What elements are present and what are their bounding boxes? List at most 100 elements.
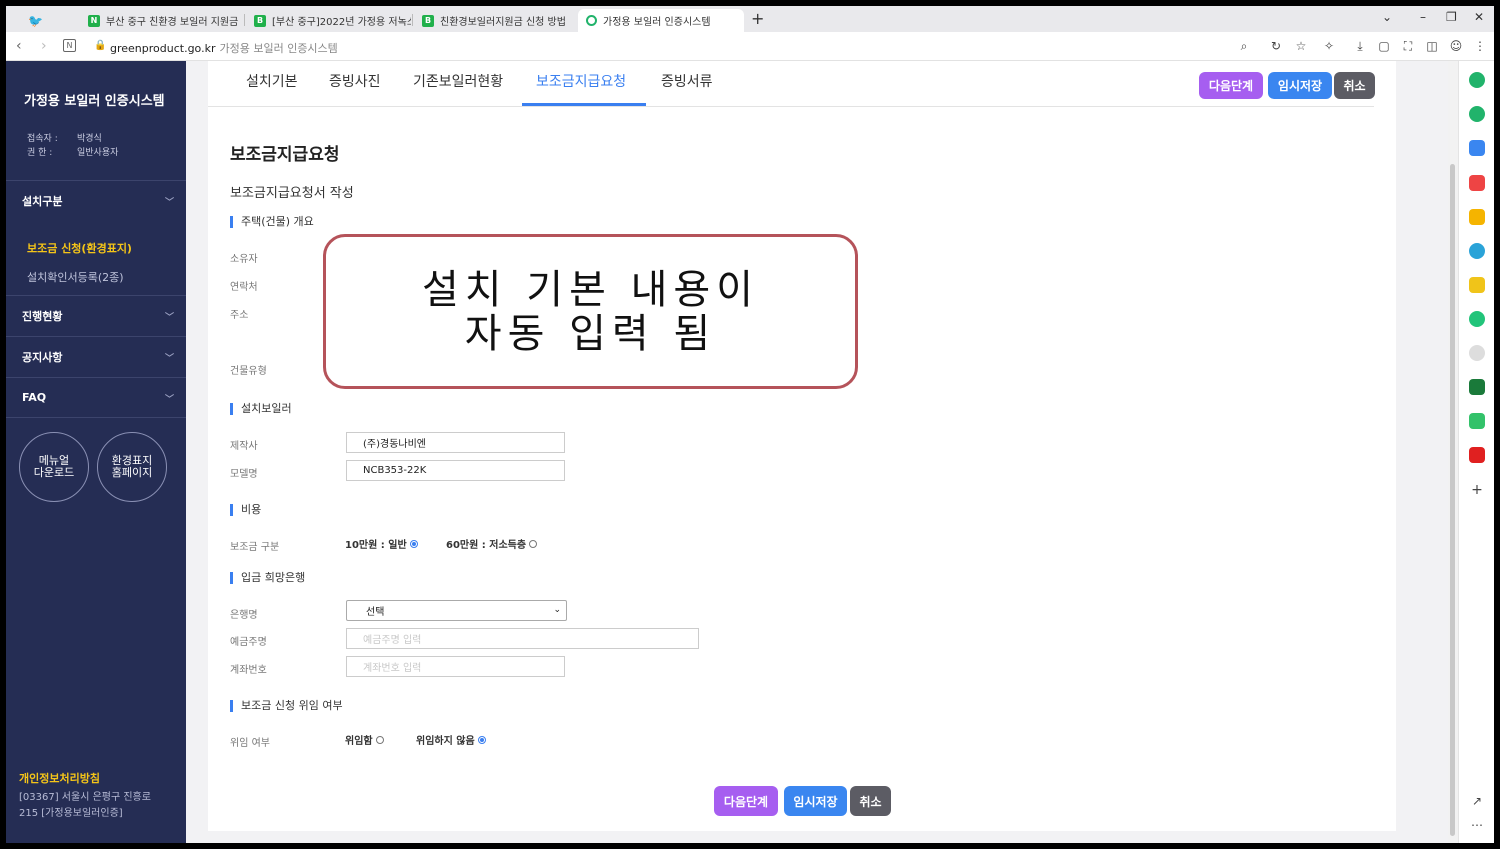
manual-download-button[interactable]: 메뉴얼 다운로드	[19, 432, 89, 502]
more-menu-icon[interactable]: ⋮	[1473, 39, 1487, 53]
privacy-policy-link[interactable]: 개인정보처리방침	[19, 770, 100, 786]
close-window-icon[interactable]: ✕	[1474, 10, 1484, 24]
forward-icon[interactable]: ›	[41, 38, 47, 54]
download-icon[interactable]: ⤓	[1353, 39, 1367, 53]
delegate-yes-option[interactable]: 위임함	[345, 732, 384, 747]
address-label: 주소	[230, 310, 249, 321]
option-label: 위임함	[345, 736, 373, 747]
delegate-no-option[interactable]: 위임하지 않음	[416, 732, 486, 747]
user-label: 접속자 :	[27, 134, 58, 144]
browser-tab-4-active[interactable]: 가정용 보일러 인증시스템	[578, 9, 744, 32]
maker-field[interactable]: (주)경동나비엔	[346, 432, 565, 453]
url-field[interactable]: greenproduct.go.kr 가정용 보일러 인증시스템	[110, 40, 338, 56]
radio-unselected[interactable]	[375, 735, 384, 744]
next-step-button-bottom[interactable]: 다음단계	[714, 786, 778, 816]
next-step-button-top[interactable]: 다음단계	[1199, 72, 1263, 99]
radio-selected[interactable]	[477, 735, 486, 744]
refresh-icon[interactable]: ↻	[1269, 39, 1283, 53]
chevron-down-icon: ﹀	[164, 313, 174, 323]
callout-annotation: 설치 기본 내용이 자동 입력 됨	[323, 234, 858, 389]
restore-icon[interactable]: ❐	[1446, 10, 1457, 24]
radio-selected[interactable]	[409, 539, 418, 548]
cancel-button-top[interactable]: 취소	[1334, 72, 1375, 99]
shop-icon[interactable]	[1469, 447, 1485, 463]
footer-address: [03367] 서울시 은평구 진흥로 215 [가정용보일러인증]	[19, 790, 179, 822]
webtoon-icon[interactable]	[1469, 413, 1485, 429]
star-icon[interactable]	[1469, 209, 1485, 225]
profile-icon[interactable]: ☺	[1449, 39, 1463, 53]
temp-save-button-bottom[interactable]: 임시저장	[784, 786, 847, 816]
sidebar-section-install-type[interactable]: 설치구분 ﹀	[6, 180, 186, 221]
url-host: greenproduct.go.kr	[110, 42, 216, 55]
option-label: 10만원 : 일반	[345, 540, 407, 551]
ecolabel-home-button[interactable]: 환경표지 홈페이지	[97, 432, 167, 502]
section-boiler: 설치보일러	[230, 403, 292, 415]
browser-tab-3[interactable]: B 친환경보일러지원금 신청 방법	[414, 9, 574, 32]
sidebar-item-install-confirm[interactable]: 설치확인서등록(2종)	[27, 269, 124, 285]
briefcase-icon[interactable]	[1469, 140, 1485, 156]
section-house: 주택(건물) 개요	[230, 216, 314, 228]
browser-tab-2[interactable]: B [부산 중구]2022년 가정용 저녹스	[246, 9, 411, 32]
scrollbar-thumb[interactable]	[1450, 164, 1455, 836]
favorites-star-icon[interactable]: ☆	[1294, 39, 1308, 53]
new-tab-button[interactable]: +	[751, 9, 764, 28]
building-type-label: 건물유형	[230, 366, 267, 377]
address-bar: ‹ › N 🔒 greenproduct.go.kr 가정용 보일러 인증시스템 …	[6, 32, 1494, 61]
sidebar-section-progress[interactable]: 진행현황 ﹀	[6, 295, 186, 336]
pocket-icon[interactable]	[1469, 175, 1485, 191]
subsidy-lowincome-option[interactable]: 60만원 : 저소득층	[446, 536, 538, 551]
sidebar-item-subsidy-request[interactable]: 보조금 신청(환경표지)	[27, 240, 132, 256]
tab-divider	[208, 106, 1374, 107]
edge-icon[interactable]	[1469, 243, 1485, 259]
bell-icon[interactable]	[1469, 106, 1485, 122]
minimize-icon[interactable]: –	[1420, 10, 1426, 24]
play-icon[interactable]	[1469, 311, 1485, 327]
zoom-icon[interactable]: ⌕	[1237, 39, 1251, 53]
back-icon[interactable]: ‹	[16, 38, 22, 54]
sidebar-section-notice[interactable]: 공지사항 ﹀	[6, 336, 186, 377]
naver-home-icon[interactable]: N	[63, 39, 76, 52]
user-info: 접속자 : 박경식 권 한 : 일반사용자	[27, 132, 118, 160]
add-icon[interactable]: +	[1469, 483, 1485, 499]
media-icon[interactable]: ▢	[1377, 39, 1391, 53]
callout-line2: 자동 입력 됨	[464, 310, 717, 357]
bank-select[interactable]: 선택 ⌄	[346, 600, 567, 621]
extensions-icon[interactable]: ✧	[1322, 39, 1336, 53]
tab-install-basic[interactable]: 설치기본	[246, 71, 298, 91]
capture-icon[interactable]: ⛶	[1401, 39, 1415, 53]
account-number-input[interactable]: 계좌번호 입력	[346, 656, 565, 677]
tab-existing-boiler[interactable]: 기존보일러현황	[413, 71, 503, 91]
tab-subsidy-request[interactable]: 보조금지급요청	[536, 71, 626, 91]
game-icon[interactable]	[1469, 379, 1485, 395]
blog-icon: B	[254, 14, 266, 27]
owner-label: 소유자	[230, 254, 258, 265]
browser-tab-1[interactable]: N 부산 중구 친환경 보일러 지원금	[80, 9, 240, 32]
manual-line2: 다운로드	[33, 466, 75, 479]
scrollbar[interactable]	[1448, 61, 1458, 843]
subsidy-general-option[interactable]: 10만원 : 일반	[345, 536, 418, 551]
radio-unselected[interactable]	[529, 539, 538, 548]
avatar-icon[interactable]	[1469, 345, 1485, 361]
model-field[interactable]: NCB353-22K	[346, 460, 565, 481]
tab-label: 친환경보일러지원금 신청 방법	[440, 17, 566, 28]
subsidy-type-label: 보조금 구분	[230, 542, 280, 553]
browser-window: 🐦 N 부산 중구 친환경 보일러 지원금 B [부산 중구]2022년 가정용…	[6, 6, 1494, 843]
sidebar-toggle-icon[interactable]: ◫	[1425, 39, 1439, 53]
lock-icon: 🔒	[94, 40, 107, 51]
profile-tab[interactable]: 🐦	[20, 9, 60, 32]
tab-evidence-photo[interactable]: 증빙사진	[329, 71, 381, 91]
green-circle-icon[interactable]	[1469, 72, 1485, 88]
notes-icon[interactable]	[1469, 277, 1485, 293]
sidebar: 가정용 보일러 인증시스템 접속자 : 박경식 권 한 : 일반사용자 설치구분 ﹀…	[6, 61, 186, 843]
more-icon[interactable]: ⋯	[1469, 818, 1485, 834]
sidebar-section-faq[interactable]: FAQ ﹀	[6, 377, 186, 418]
blog-icon: B	[422, 14, 434, 27]
tab-evidence-docs[interactable]: 증빙서류	[661, 71, 713, 91]
temp-save-button-top[interactable]: 임시저장	[1268, 72, 1332, 99]
external-link-icon[interactable]: ↗	[1469, 794, 1485, 810]
tab-search-chevron-icon[interactable]: ⌄	[1382, 10, 1392, 24]
account-holder-input[interactable]: 예금주명 입력	[346, 628, 699, 649]
cancel-button-bottom[interactable]: 취소	[850, 786, 891, 816]
brand-title[interactable]: 가정용 보일러 인증시스템	[24, 90, 165, 109]
section-label: 공지사항	[22, 351, 63, 364]
